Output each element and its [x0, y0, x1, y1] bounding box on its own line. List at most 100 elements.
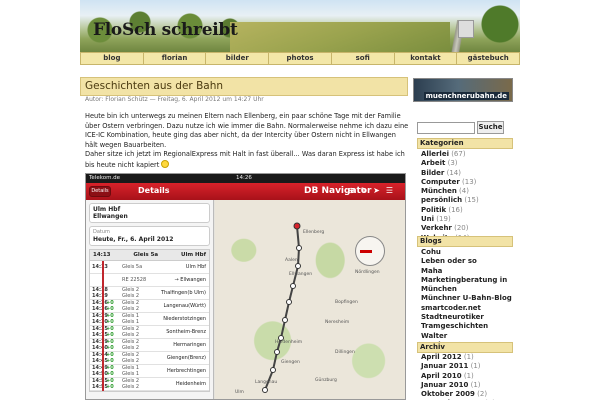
search-input[interactable]: [417, 122, 475, 134]
category-item-count: (15): [462, 196, 479, 205]
site-title[interactable]: FloSch schreibt: [93, 20, 238, 40]
category-item[interactable]: Bilder (14): [421, 169, 479, 178]
stop-row[interactable]: 14:39 14:40 +0 +0 Gleis 2 Gleis 2 Hermaring…: [90, 339, 209, 352]
route-stop-marker[interactable]: [270, 367, 276, 373]
nav-blog[interactable]: blog: [80, 52, 144, 65]
route-map[interactable]: Ellenberg Ellwangen Aalen Heidenheim Ulm Gien…: [215, 200, 405, 399]
stop-delay: +0 +0: [106, 326, 114, 338]
nav-florian[interactable]: florian: [143, 52, 207, 65]
nav-gaestebuch[interactable]: gästebuch: [457, 52, 521, 65]
archive-item[interactable]: Januar 2010 (1): [421, 381, 495, 390]
archive-item-link[interactable]: Oktober 2009: [421, 390, 475, 398]
stop-row[interactable]: 14:29 14:30 +0 +0 Gleis 1 Gleis 1 Niedersto…: [90, 313, 209, 326]
banner-text: muenchnerubahn.de: [423, 92, 509, 100]
stop-delay: +0 +0: [106, 378, 114, 390]
archive-item-count: (1): [468, 362, 481, 371]
stop-row[interactable]: 14:18 14:19 Gleis 2 Gleis 2 Thalfingen(b U…: [90, 287, 209, 300]
blog-link[interactable]: Tramgeschichten: [421, 322, 517, 331]
nav-sofi[interactable]: sofi: [331, 52, 395, 65]
stop-row[interactable]: 14:55 14:55 +0 +0 Gleis 2 Gleis 2 Heidenhei…: [90, 378, 209, 391]
category-item-link[interactable]: Arbeit: [421, 159, 445, 167]
search-button[interactable]: Suche: [477, 121, 504, 134]
route-stop-marker[interactable]: [274, 349, 280, 355]
archive-item[interactable]: Oktober 2009 (2): [421, 390, 495, 399]
stops-header: 14:13 Gleis 5a Ulm Hbf: [89, 249, 210, 261]
stop-row[interactable]: 14:35 14:35 +0 +0 Gleis 2 Gleis 2 Sontheim-…: [90, 326, 209, 339]
blog-link[interactable]: Cohu: [421, 248, 517, 257]
map-town-label: Ellenberg: [303, 230, 325, 235]
archive-item-link[interactable]: Januar 2010: [421, 381, 468, 389]
category-item[interactable]: persönlich (15): [421, 196, 479, 205]
route-stop-marker[interactable]: [295, 263, 301, 269]
blog-link[interactable]: Münchner U-Bahn-Blog: [421, 294, 517, 303]
route-stop-marker[interactable]: [286, 299, 292, 305]
blog-link[interactable]: smartcoder.net: [421, 304, 517, 313]
app-bar-icons[interactable]: ⊕✎➤☰: [348, 186, 399, 195]
smiley-icon: [161, 159, 170, 168]
category-item-count: (13): [459, 177, 477, 186]
route-stop-marker[interactable]: [290, 283, 296, 289]
category-item-link[interactable]: Verkehr: [421, 224, 452, 232]
back-button[interactable]: Details: [89, 186, 111, 197]
category-item-count: (3): [445, 159, 458, 168]
stop-name: Hermaringen: [173, 342, 206, 348]
category-item-count: (16): [446, 205, 463, 214]
blog-link[interactable]: Marketingberatung in München: [421, 276, 517, 295]
category-item-link[interactable]: Politik: [421, 206, 446, 214]
route-stop-marker[interactable]: [296, 245, 302, 251]
archive-item-link[interactable]: Januar 2011: [421, 362, 468, 370]
archive-item[interactable]: April 2012 (1): [421, 353, 495, 362]
stop-track: Gleis 2 Gleis 2: [122, 287, 140, 299]
field-graphic: [230, 22, 450, 52]
stop-row[interactable]: 14:13 Gleis 5a Ulm Hbf: [90, 261, 209, 274]
date-card: Datum Heute, Fr., 6. April 2012: [89, 226, 210, 246]
destination-pin[interactable]: [293, 222, 301, 230]
nav-bilder[interactable]: bilder: [206, 52, 270, 65]
nav-kontakt[interactable]: kontakt: [394, 52, 458, 65]
category-item[interactable]: Computer (13): [421, 178, 479, 187]
category-item-link[interactable]: Allerlei: [421, 150, 449, 158]
blogs-heading: Blogs: [417, 236, 513, 247]
category-item[interactable]: Arbeit (3): [421, 159, 479, 168]
stop-track: Gleis 2 Gleis 2: [122, 352, 140, 364]
category-item-link[interactable]: Uni: [421, 215, 434, 223]
archive-item-link[interactable]: April 2012: [421, 353, 462, 361]
phone-screenshot: Telekom.de 14:26 Details Details DB Navi…: [85, 173, 406, 400]
map-town-label: Ulm: [235, 390, 244, 395]
compass-needle: [360, 250, 372, 253]
archive-item[interactable]: April 2010 (1): [421, 372, 495, 381]
stop-track: Gleis 2 Gleis 2: [122, 378, 140, 390]
route-stop-marker[interactable]: [282, 317, 288, 323]
category-item[interactable]: München (4): [421, 187, 479, 196]
blog-link[interactable]: Stadtneurotiker: [421, 313, 517, 322]
category-item-link[interactable]: Bilder: [421, 169, 444, 177]
stop-row[interactable]: RE 22528 → Ellwangen: [90, 274, 209, 287]
stop-track: Gleis 2 Gleis 2: [122, 339, 140, 351]
category-item[interactable]: Uni (19): [421, 215, 479, 224]
compass-icon[interactable]: [355, 236, 385, 266]
blog-link[interactable]: Walter: [421, 332, 517, 341]
stop-name: Sontheim-Brenz: [166, 329, 206, 335]
stop-row[interactable]: 14:26 14:26 +0 +0 Gleis 2 Gleis 2 Langenau(…: [90, 300, 209, 313]
carrier-label: Telekom.de: [89, 175, 121, 181]
nav-photos[interactable]: photos: [269, 52, 332, 65]
archive-item[interactable]: Januar 2011 (1): [421, 362, 495, 371]
map-town-label: Bopfingen: [335, 300, 358, 305]
route-stop-marker[interactable]: [262, 387, 268, 393]
stop-row[interactable]: 14:44 14:45 +0 +0 Gleis 2 Gleis 2 Giengen(B…: [90, 352, 209, 365]
blog-link[interactable]: Maha: [421, 267, 517, 276]
category-item-link[interactable]: persönlich: [421, 196, 462, 204]
post-paragraph: Daher sitze ich jetzt im RegionalExpress…: [85, 150, 410, 170]
archive-item-link[interactable]: April 2010: [421, 372, 462, 380]
category-item[interactable]: Verkehr (20): [421, 224, 479, 233]
category-item-link[interactable]: München: [421, 187, 457, 195]
sidebar-banner[interactable]: muenchnerubahn.de: [413, 78, 513, 102]
category-item[interactable]: Allerlei (67): [421, 150, 479, 159]
route-to: Ellwangen: [93, 213, 128, 220]
category-item[interactable]: Politik (16): [421, 206, 479, 215]
post-title[interactable]: Geschichten aus der Bahn: [85, 80, 223, 92]
category-item-link[interactable]: Computer: [421, 178, 460, 186]
category-item-count: (67): [448, 150, 466, 158]
stop-row[interactable]: 14:49 14:50 +0 +0 Gleis 1 Gleis 1 Herbrecht…: [90, 365, 209, 378]
blog-link[interactable]: Leben oder so: [421, 257, 517, 266]
